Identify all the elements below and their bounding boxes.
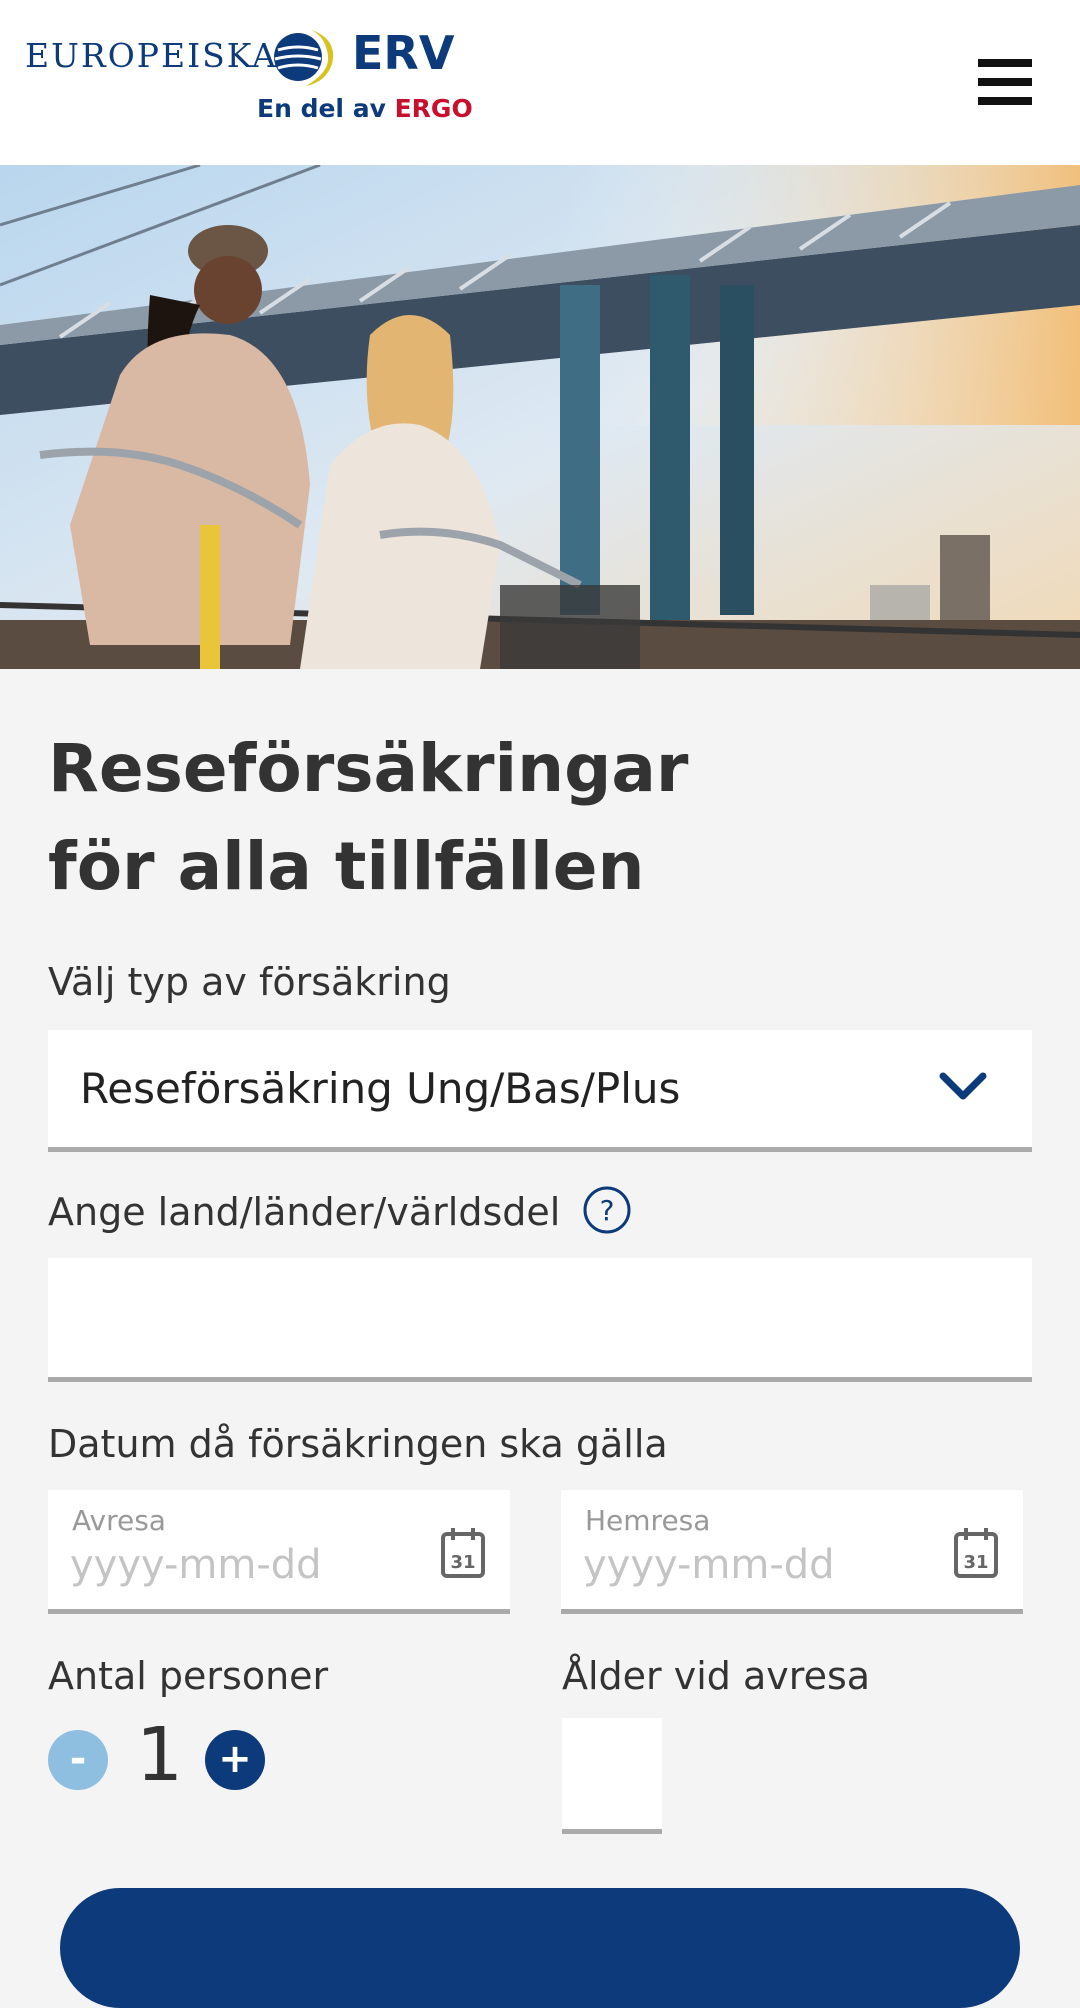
logo-wordmark[interactable]: EUROPEISKA [25,36,278,75]
page-title-line1: Reseförsäkringar [48,730,689,807]
insurance-type-select[interactable]: Reseförsäkring Ung/Bas/Plus [48,1030,1032,1152]
page-title-line2: för alla tillfällen [48,828,645,905]
svg-text:31: 31 [963,1552,988,1573]
date-label: Datum då försäkringen ska gälla [48,1422,668,1466]
insurance-type-value: Reseförsäkring Ung/Bas/Plus [80,1064,681,1113]
hero-illustration [0,165,1080,669]
page-title: Reseförsäkringar för alla tillfällen [48,720,688,916]
insurance-type-label: Välj typ av försäkring [48,960,451,1004]
departure-label: Avresa [72,1504,166,1537]
persons-label: Antal personer [48,1654,329,1698]
departure-date-input[interactable]: Avresa yyyy-mm-dd 31 [48,1490,510,1614]
persons-count: 1 [136,1712,184,1798]
chevron-down-icon [939,1072,987,1100]
logo-brand[interactable]: ERV [352,26,454,80]
help-icon[interactable]: ? [582,1185,632,1235]
submit-button[interactable] [60,1888,1020,2008]
return-date-input[interactable]: Hemresa yyyy-mm-dd 31 [561,1490,1023,1614]
decrease-persons-button[interactable]: - [48,1730,108,1790]
return-label: Hemresa [585,1504,711,1537]
departure-placeholder: yyyy-mm-dd [70,1542,322,1588]
hero-image [0,165,1080,669]
hamburger-menu-icon[interactable] [978,59,1032,105]
svg-text:?: ? [600,1194,615,1227]
age-input[interactable] [562,1718,662,1834]
calendar-icon[interactable]: 31 [953,1526,999,1580]
globe-logo-icon[interactable] [272,26,342,88]
svg-text:31: 31 [450,1552,475,1573]
increase-persons-button[interactable]: + [205,1730,265,1790]
age-label: Ålder vid avresa [562,1654,871,1698]
return-placeholder: yyyy-mm-dd [583,1542,835,1588]
logo-tagline-brand: ERGO [394,94,473,123]
destination-label: Ange land/länder/världsdel [48,1190,561,1234]
logo-tagline-prefix: En del av [257,94,386,123]
calendar-icon[interactable]: 31 [440,1526,486,1580]
logo-tagline: En del av ERGO [257,94,473,123]
destination-input[interactable] [48,1258,1032,1382]
site-header: EUROPEISKA ERV En del av ERGO [0,0,1080,165]
